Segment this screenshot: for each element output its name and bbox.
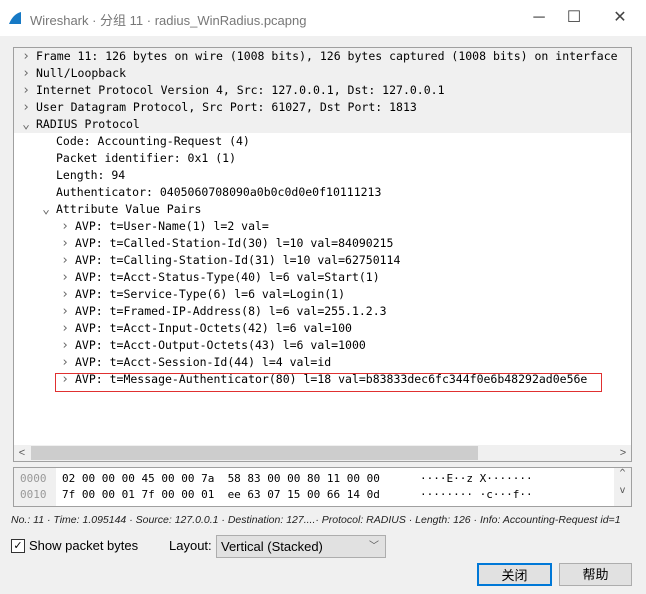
tree-row-text: AVP: t=Acct-Input-Octets(42) l=6 val=100 [75,321,352,335]
packet-bytes-pane[interactable]: ^ v 0000 02 00 00 00 45 00 00 7a 58 83 00… [13,467,632,507]
help-button[interactable]: 帮助 [559,563,632,586]
chevron-right-icon[interactable]: › [59,337,71,354]
chevron-right-icon[interactable]: › [20,65,32,82]
tree-row[interactable]: Code: Accounting-Request (4) [14,133,631,150]
tree-row-text: Code: Accounting-Request (4) [56,134,250,148]
hex-offset: 0000 [20,472,47,485]
tree-row-text: AVP: t=Acct-Session-Id(44) l=4 val=id [75,355,332,369]
vertical-scrollbar[interactable]: ^ v [614,468,631,506]
tree-row[interactable]: › AVP: t=Acct-Output-Octets(43) l=6 val=1… [14,337,631,354]
close-button[interactable]: 关闭 [477,563,552,586]
hex-offset: 0010 [20,488,47,501]
tree-row-text: Attribute Value Pairs [56,202,202,216]
tree-row-text: AVP: t=Service-Type(6) l=6 val=Login(1) [75,287,346,301]
maximize-button[interactable]: ☐ [559,6,589,30]
hex-bytes: 7f 00 00 01 7f 00 00 01 ee 63 07 15 00 6… [62,488,380,501]
packet-details-tree[interactable]: › AVP: t=Message-Authenticator(80) l=18 v… [13,47,632,462]
tree-row[interactable]: › User Datagram Protocol, Src Port: 61027… [14,99,631,116]
tree-row[interactable]: › Null/Loopback [14,65,631,82]
tree-row[interactable]: › AVP: t=Acct-Input-Octets(42) l=6 val=10… [14,320,631,337]
show-bytes-label: Show packet bytes [29,538,139,553]
tree-row[interactable]: Authenticator: 0405060708090a0b0c0d0e0f1… [14,184,631,201]
chevron-right-icon[interactable]: › [59,286,71,303]
scroll-down-icon[interactable]: v [614,485,631,496]
chevron-down-icon[interactable]: ⌄ [40,201,52,218]
tree-row-text: Internet Protocol Version 4, Src: 127.0.… [36,83,445,97]
scroll-thumb[interactable] [31,446,478,460]
wireshark-logo-icon [9,12,21,24]
close-window-button[interactable]: ✕ [605,6,635,30]
hex-bytes: 02 00 00 00 45 00 00 7a 58 83 00 00 80 1… [62,472,380,485]
tree-row-text: RADIUS Protocol [36,117,140,131]
chevron-right-icon[interactable]: › [59,269,71,286]
tree-row-text: Authenticator: 0405060708090a0b0c0d0e0f1… [56,185,382,199]
tree-row-text: Packet identifier: 0x1 (1) [56,151,237,165]
chevron-right-icon[interactable]: › [20,99,32,116]
tree-row-text: AVP: t=User-Name(1) l=2 val= [75,219,269,233]
tree-row[interactable]: Packet identifier: 0x1 (1) [14,150,631,167]
chevron-right-icon[interactable]: › [59,354,71,371]
layout-label: Layout: [169,538,212,553]
scroll-right-icon[interactable]: > [615,445,631,461]
tree-row-text: Frame 11: 126 bytes on wire (1008 bits),… [36,49,618,63]
tree-row[interactable]: › AVP: t=Acct-Session-Id(44) l=4 val=id [14,354,631,371]
tree-row[interactable]: › Frame 11: 126 bytes on wire (1008 bits)… [14,48,631,65]
tree-row-text: Null/Loopback [36,66,127,80]
title-bar: Wireshark · 分组 11 · radius_WinRadius.pca… [0,0,646,36]
tree-row-text: AVP: t=Called-Station-Id(30) l=10 val=84… [75,236,394,250]
tree-row-text: AVP: t=Acct-Status-Type(40) l=6 val=Star… [75,270,380,284]
minimize-button[interactable]: ─ [524,6,554,30]
show-bytes-checkbox[interactable]: ✓ [11,539,25,553]
tree-row-text: AVP: t=Calling-Station-Id(31) l=10 val=6… [75,253,401,267]
chevron-right-icon[interactable]: › [59,218,71,235]
tree-row[interactable]: › AVP: t=Calling-Station-Id(31) l=10 val=… [14,252,631,269]
chevron-right-icon[interactable]: › [59,303,71,320]
tree-row-text: AVP: t=Acct-Output-Octets(43) l=6 val=10… [75,338,366,352]
chevron-right-icon[interactable]: › [59,252,71,269]
tree-row-text: Length: 94 [56,168,126,182]
layout-select[interactable]: Vertical (Stacked) ﹀ [216,535,386,558]
scroll-up-icon[interactable]: ^ [614,468,631,479]
tree-row[interactable]: Length: 94 [14,167,631,184]
packet-status: No.: 11 · Time: 1.095144 · Source: 127.0… [11,514,621,526]
tree-row[interactable]: › AVP: t=User-Name(1) l=2 val= [14,218,631,235]
scroll-left-icon[interactable]: < [14,445,30,461]
hex-ascii: ····E··z X······· [420,472,533,485]
chevron-down-icon[interactable]: ⌄ [20,116,32,133]
highlight-box [55,373,602,392]
chevron-right-icon[interactable]: › [20,82,32,99]
tree-row[interactable]: › AVP: t=Service-Type(6) l=6 val=Login(1) [14,286,631,303]
tree-row[interactable]: › Internet Protocol Version 4, Src: 127.0… [14,82,631,99]
horizontal-scrollbar[interactable]: < > [14,445,631,461]
window-title: Wireshark · 分组 11 · radius_WinRadius.pca… [30,13,307,28]
tree-row[interactable]: ⌄ RADIUS Protocol [14,116,631,133]
layout-value: Vertical (Stacked) [221,539,323,554]
chevron-down-icon: ﹀ [369,541,379,552]
tree-row-text: AVP: t=Framed-IP-Address(8) l=6 val=255.… [75,304,387,318]
tree-row[interactable]: › AVP: t=Acct-Status-Type(40) l=6 val=Sta… [14,269,631,286]
tree-row-text: User Datagram Protocol, Src Port: 61027,… [36,100,417,114]
hex-ascii: ········ ·c···f·· [420,488,533,501]
chevron-right-icon[interactable]: › [59,235,71,252]
chevron-right-icon[interactable]: › [59,320,71,337]
tree-row[interactable]: › AVP: t=Framed-IP-Address(8) l=6 val=255… [14,303,631,320]
tree-row[interactable]: › AVP: t=Called-Station-Id(30) l=10 val=8… [14,235,631,252]
tree-row[interactable]: ⌄ Attribute Value Pairs [14,201,631,218]
chevron-right-icon[interactable]: › [20,48,32,65]
